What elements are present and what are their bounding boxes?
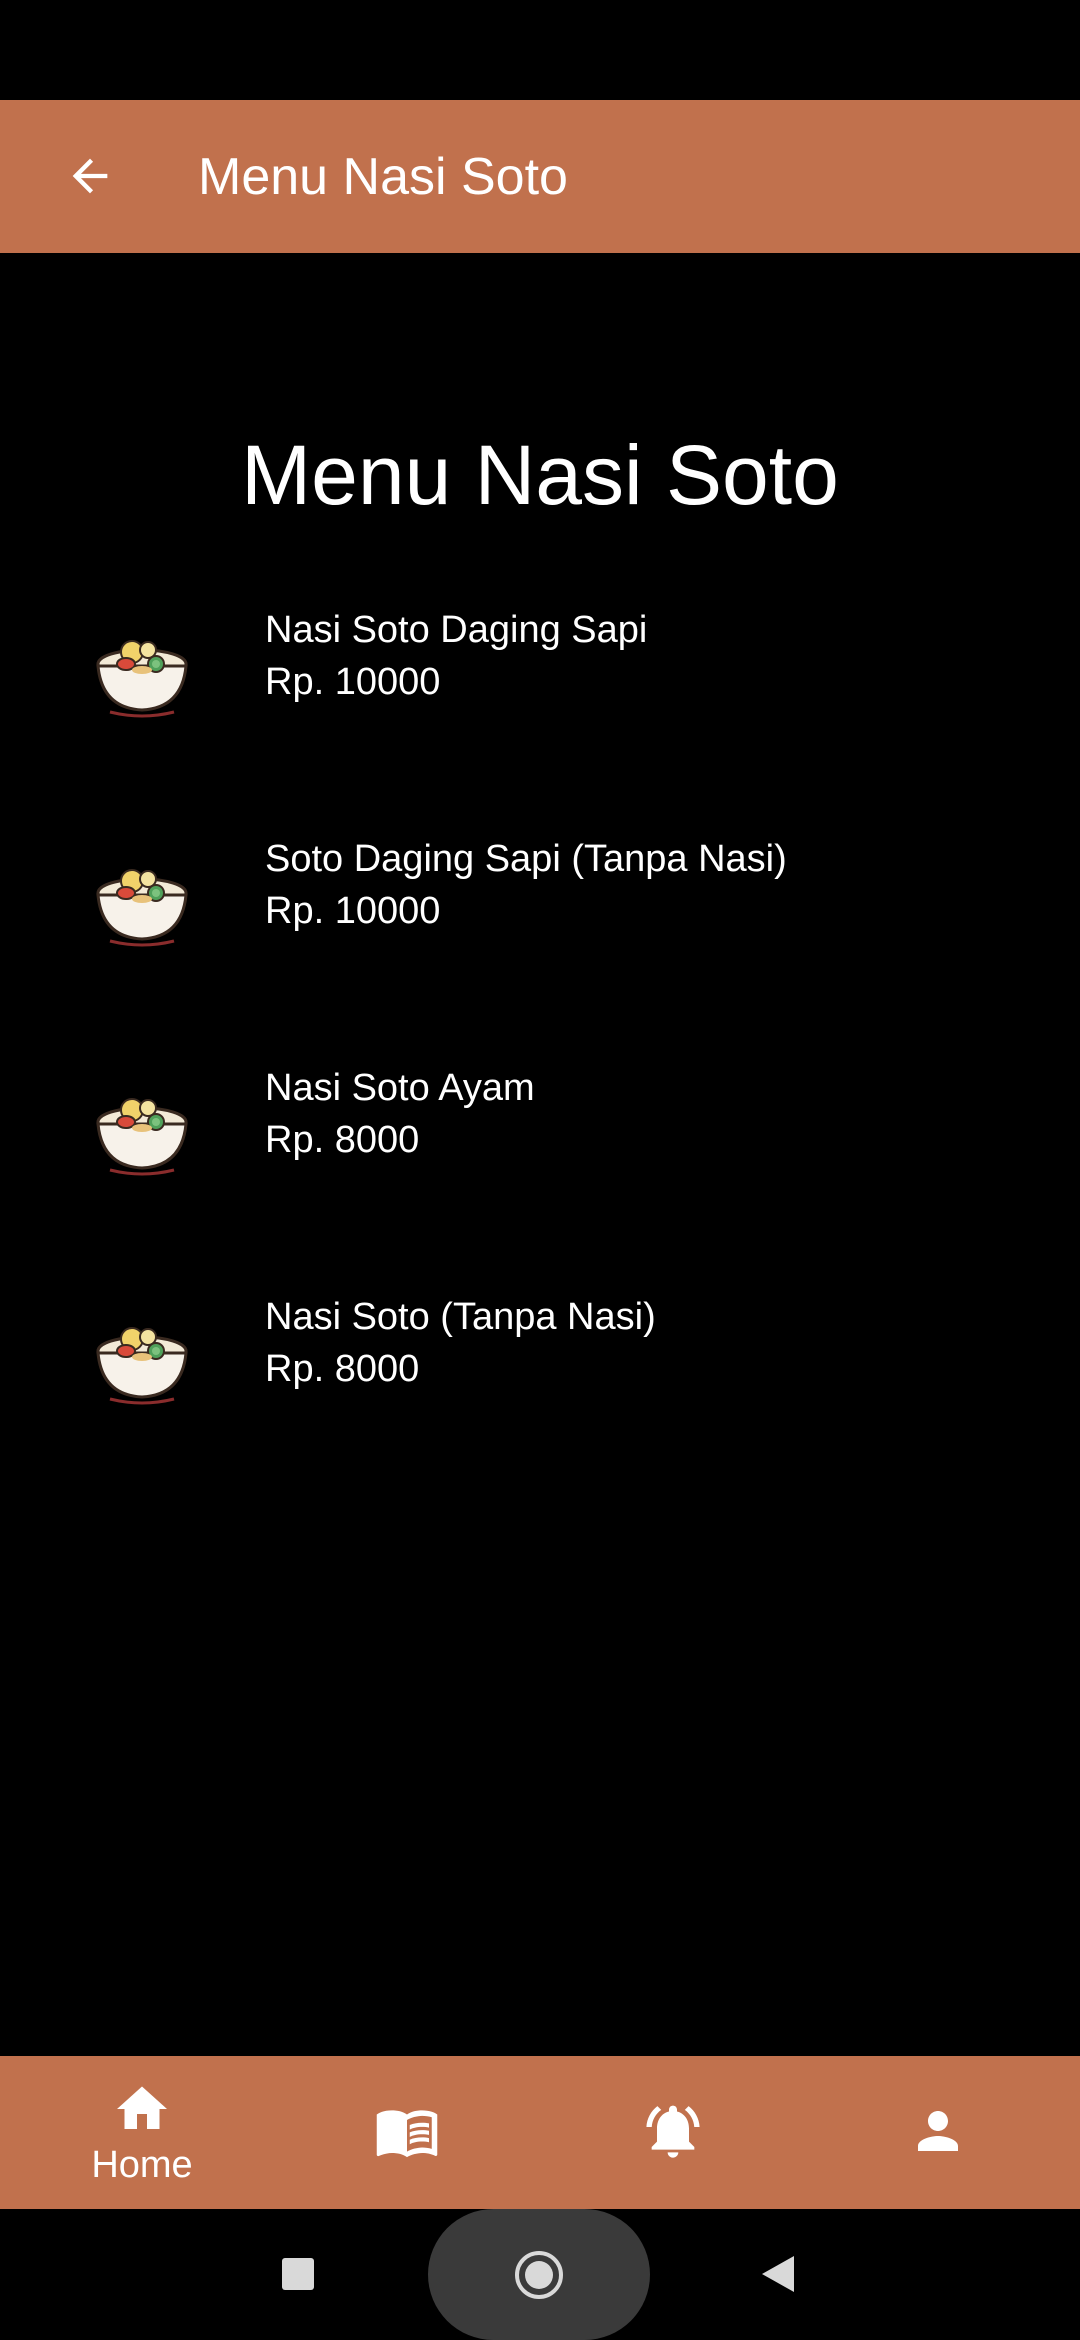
- menu-item-price: Rp. 10000: [265, 890, 441, 932]
- profile-icon: [918, 2110, 958, 2151]
- notification-bell-icon: [646, 2105, 700, 2158]
- menu-item[interactable]: Soto Daging Sapi (Tanpa Nasi) Rp. 10000: [0, 819, 1080, 1009]
- menu-item[interactable]: Nasi Soto Daging Sapi Rp. 10000: [0, 590, 1080, 780]
- arrow-back-icon: [72, 158, 108, 194]
- menu-item-price: Rp. 8000: [265, 1119, 420, 1161]
- menu-item-price: Rp. 8000: [265, 1348, 420, 1390]
- app-bar: Menu Nasi Soto: [0, 100, 1080, 253]
- menu-item-name: Nasi Soto Daging Sapi: [265, 609, 648, 651]
- menu-item[interactable]: Nasi Soto (Tanpa Nasi) Rp. 8000: [0, 1277, 1080, 1467]
- page-title: Menu Nasi Soto: [241, 428, 839, 522]
- recents-button[interactable]: [258, 2234, 338, 2314]
- soto-bowl-icon: [96, 869, 188, 947]
- app-bar-title: Menu Nasi Soto: [198, 147, 568, 206]
- home-icon: [117, 2086, 167, 2129]
- menu-item-name: Nasi Soto (Tanpa Nasi): [265, 1296, 656, 1338]
- menu-item-name: Nasi Soto Ayam: [265, 1067, 535, 1109]
- circle-home-icon: [515, 2251, 563, 2299]
- nav-item-profile[interactable]: [838, 2056, 1038, 2209]
- status-bar: [0, 0, 1080, 100]
- home-gesture-pill[interactable]: [428, 2209, 650, 2340]
- soto-bowl-icon: [96, 1098, 188, 1176]
- soto-bowl-icon: [96, 640, 188, 718]
- bottom-navigation: Home: [0, 2056, 1080, 2209]
- menu-item-price: Rp. 10000: [265, 661, 441, 703]
- menu-item-name: Soto Daging Sapi (Tanpa Nasi): [265, 838, 787, 880]
- nav-item-notifications[interactable]: [573, 2056, 773, 2209]
- nav-item-home[interactable]: Home: [42, 2056, 242, 2209]
- square-recents-icon: [282, 2258, 314, 2290]
- menu-item[interactable]: Nasi Soto Ayam Rp. 8000: [0, 1048, 1080, 1238]
- triangle-back-icon: [762, 2256, 794, 2292]
- back-nav-button[interactable]: [738, 2234, 818, 2314]
- back-button[interactable]: [40, 126, 140, 226]
- nav-item-label: Home: [91, 2143, 193, 2186]
- nav-item-menu[interactable]: [307, 2056, 507, 2209]
- system-navigation-bar: [0, 2209, 1080, 2340]
- soto-bowl-icon: [96, 1327, 188, 1405]
- menu-book-icon: [376, 2109, 438, 2157]
